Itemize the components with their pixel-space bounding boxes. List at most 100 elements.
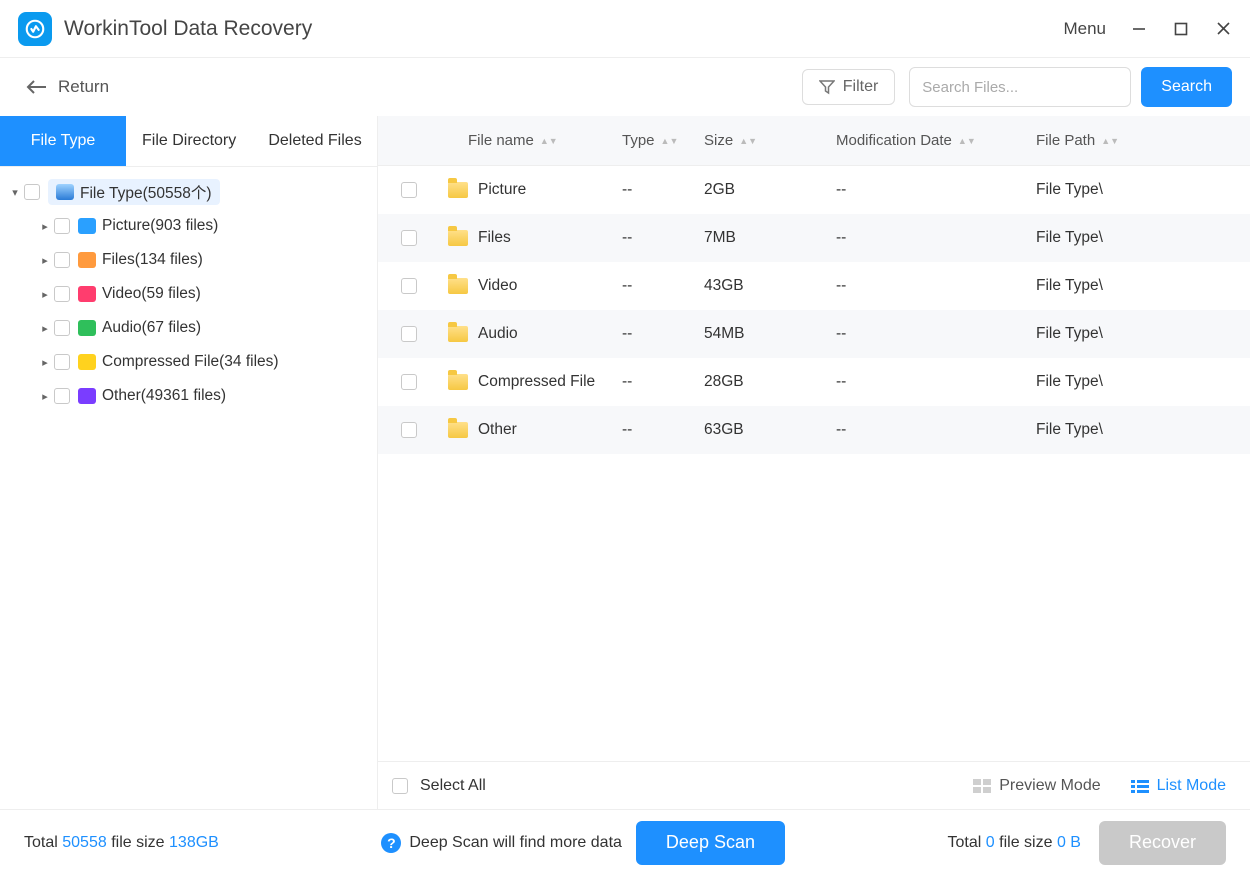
app-title: WorkinTool Data Recovery bbox=[64, 17, 1063, 41]
cell-type: -- bbox=[622, 181, 704, 199]
cell-size: 28GB bbox=[704, 373, 836, 391]
tree-root-label: File Type(50558个) bbox=[80, 181, 212, 203]
cell-name: Picture bbox=[478, 181, 526, 199]
table-row[interactable]: Video--43GB--File Type\ bbox=[378, 262, 1250, 310]
checkbox[interactable] bbox=[401, 374, 417, 390]
grid-icon bbox=[973, 779, 991, 793]
th-modification-date[interactable]: Modification Date▲▼ bbox=[836, 132, 1036, 149]
return-button[interactable]: Return bbox=[26, 77, 109, 97]
folder-icon bbox=[448, 422, 468, 438]
menu-button[interactable]: Menu bbox=[1063, 19, 1106, 39]
category-icon bbox=[78, 320, 96, 336]
select-all-label: Select All bbox=[420, 777, 486, 795]
tree-item[interactable]: ▸Compressed File(34 files) bbox=[0, 345, 377, 379]
checkbox[interactable] bbox=[401, 182, 417, 198]
table-header: File name▲▼ Type▲▼ Size▲▼ Modification D… bbox=[378, 116, 1250, 166]
folder-icon bbox=[448, 278, 468, 294]
table-row[interactable]: Other--63GB--File Type\ bbox=[378, 406, 1250, 454]
drive-icon bbox=[56, 184, 74, 200]
caret-right-icon[interactable]: ▸ bbox=[40, 356, 50, 369]
tab-deleted-files[interactable]: Deleted Files bbox=[252, 116, 378, 166]
caret-right-icon[interactable]: ▸ bbox=[40, 322, 50, 335]
cell-date: -- bbox=[836, 373, 1036, 391]
minimize-icon[interactable] bbox=[1130, 20, 1148, 38]
cell-type: -- bbox=[622, 373, 704, 391]
th-type[interactable]: Type▲▼ bbox=[622, 132, 704, 149]
select-all[interactable]: Select All bbox=[388, 777, 486, 795]
category-icon bbox=[78, 218, 96, 234]
cell-name: Compressed File bbox=[478, 373, 595, 391]
sidebar-tabs: File Type File Directory Deleted Files bbox=[0, 116, 377, 167]
tab-file-type[interactable]: File Type bbox=[0, 116, 126, 166]
th-size[interactable]: Size▲▼ bbox=[704, 132, 836, 149]
th-file-path[interactable]: File Path▲▼ bbox=[1036, 132, 1250, 149]
cell-date: -- bbox=[836, 421, 1036, 439]
category-icon bbox=[78, 388, 96, 404]
cell-type: -- bbox=[622, 421, 704, 439]
cell-path: File Type\ bbox=[1036, 229, 1250, 247]
tree-item[interactable]: ▸ Other(49361 files) bbox=[0, 379, 377, 413]
tab-file-directory[interactable]: File Directory bbox=[126, 116, 252, 166]
close-icon[interactable] bbox=[1214, 20, 1232, 38]
cell-path: File Type\ bbox=[1036, 325, 1250, 343]
cell-size: 2GB bbox=[704, 181, 836, 199]
cell-date: -- bbox=[836, 277, 1036, 295]
checkbox[interactable] bbox=[54, 354, 70, 370]
checkbox[interactable] bbox=[54, 388, 70, 404]
tree-item[interactable]: ▸ Video(59 files) bbox=[0, 277, 377, 311]
status-total: Total 50558 file size 138GB bbox=[24, 834, 219, 852]
tree-item[interactable]: ▸Audio(67 files) bbox=[0, 311, 377, 345]
checkbox[interactable] bbox=[24, 184, 40, 200]
table-row[interactable]: Compressed File--28GB--File Type\ bbox=[378, 358, 1250, 406]
category-icon bbox=[78, 286, 96, 302]
caret-right-icon[interactable]: ▸ bbox=[40, 390, 50, 403]
checkbox[interactable] bbox=[54, 252, 70, 268]
content: File name▲▼ Type▲▼ Size▲▼ Modification D… bbox=[378, 116, 1250, 809]
preview-mode-button[interactable]: Preview Mode bbox=[973, 777, 1100, 795]
folder-icon bbox=[448, 374, 468, 390]
sidebar: File Type File Directory Deleted Files ▾… bbox=[0, 116, 378, 809]
caret-right-icon[interactable]: ▸ bbox=[40, 288, 50, 301]
tree-item-label: Files(134 files) bbox=[102, 251, 203, 269]
th-file-name[interactable]: File name▲▼ bbox=[430, 132, 622, 149]
mode-bar: Select All Preview Mode List Mode bbox=[378, 761, 1250, 809]
sort-icon: ▲▼ bbox=[739, 138, 757, 144]
checkbox[interactable] bbox=[392, 778, 408, 794]
category-icon bbox=[78, 354, 96, 370]
checkbox[interactable] bbox=[401, 422, 417, 438]
search-input[interactable] bbox=[909, 67, 1131, 107]
tree-item[interactable]: ▸ Files(134 files) bbox=[0, 243, 377, 277]
maximize-icon[interactable] bbox=[1172, 20, 1190, 38]
tree-item-label: Picture(903 files) bbox=[102, 217, 218, 235]
recover-button[interactable]: Recover bbox=[1099, 821, 1226, 865]
search-button[interactable]: Search bbox=[1141, 67, 1232, 107]
caret-right-icon[interactable]: ▸ bbox=[40, 254, 50, 267]
deep-scan-button[interactable]: Deep Scan bbox=[636, 821, 785, 865]
category-icon bbox=[78, 252, 96, 268]
caret-right-icon[interactable]: ▸ bbox=[40, 220, 50, 233]
table-row[interactable]: Picture--2GB--File Type\ bbox=[378, 166, 1250, 214]
checkbox[interactable] bbox=[401, 230, 417, 246]
filter-button[interactable]: Filter bbox=[802, 69, 896, 105]
table-row[interactable]: Audio--54MB--File Type\ bbox=[378, 310, 1250, 358]
table-row[interactable]: Files--7MB--File Type\ bbox=[378, 214, 1250, 262]
tree-item-label: Video(59 files) bbox=[102, 285, 201, 303]
cell-name: Audio bbox=[478, 325, 518, 343]
tree-item[interactable]: ▸ Picture(903 files) bbox=[0, 209, 377, 243]
cell-date: -- bbox=[836, 181, 1036, 199]
checkbox[interactable] bbox=[401, 326, 417, 342]
status-bar: Total 50558 file size 138GB ? Deep Scan … bbox=[0, 809, 1250, 875]
checkbox[interactable] bbox=[54, 320, 70, 336]
checkbox[interactable] bbox=[54, 286, 70, 302]
cell-name: Files bbox=[478, 229, 511, 247]
checkbox[interactable] bbox=[401, 278, 417, 294]
list-mode-button[interactable]: List Mode bbox=[1131, 777, 1226, 795]
cell-type: -- bbox=[622, 229, 704, 247]
question-icon: ? bbox=[381, 833, 401, 853]
tree-root[interactable]: ▾ File Type(50558个) bbox=[0, 175, 377, 209]
tree-item-label: Other(49361 files) bbox=[102, 387, 226, 405]
cell-path: File Type\ bbox=[1036, 277, 1250, 295]
caret-down-icon[interactable]: ▾ bbox=[10, 186, 20, 199]
cell-size: 7MB bbox=[704, 229, 836, 247]
checkbox[interactable] bbox=[54, 218, 70, 234]
